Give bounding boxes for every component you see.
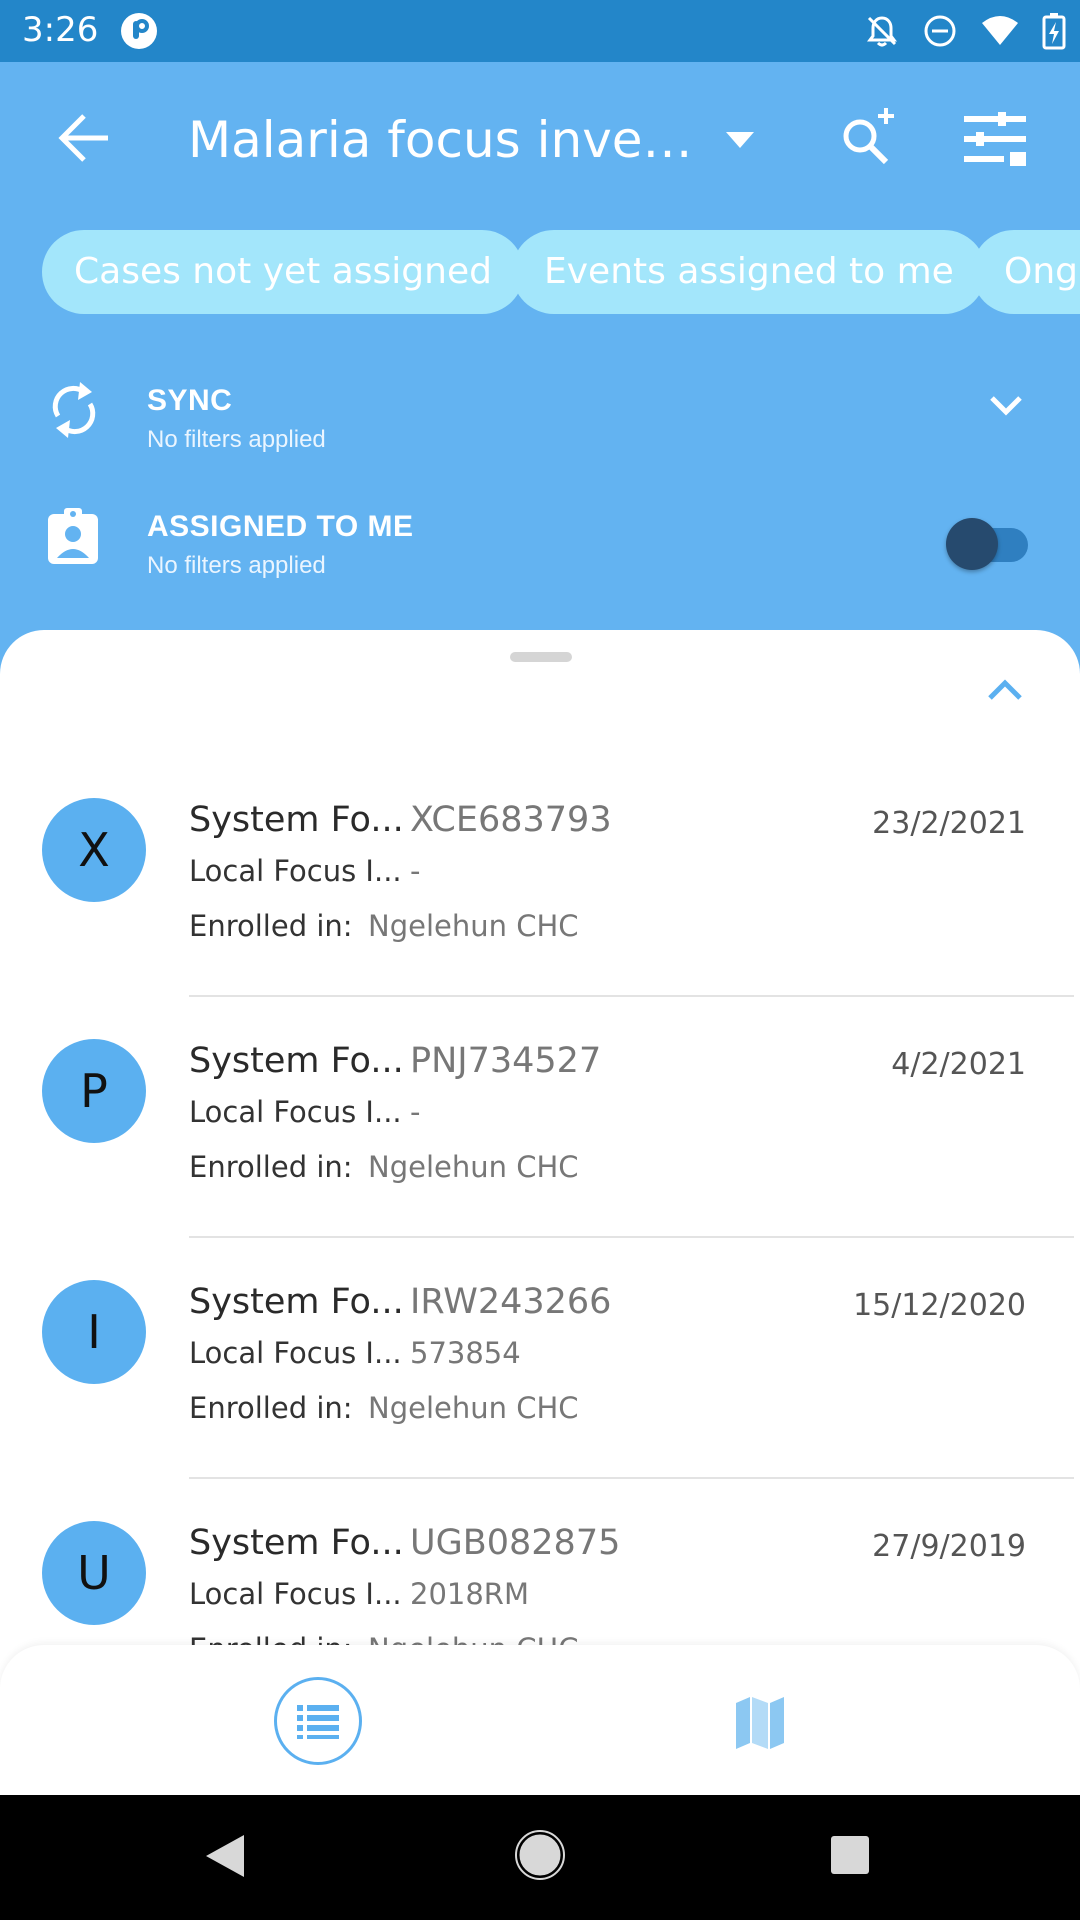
chip-events-assigned[interactable]: Events assigned to me bbox=[512, 230, 986, 314]
do-not-disturb-icon bbox=[924, 15, 956, 47]
chevron-up-icon[interactable] bbox=[982, 670, 1028, 710]
quick-filter-chips: Cases not yet assigned Events assigned t… bbox=[0, 230, 1080, 316]
map-view-icon[interactable] bbox=[736, 1697, 784, 1749]
attribute-value: 2018RM bbox=[410, 1577, 529, 1611]
attribute-line-2: Local Focus I... - bbox=[189, 854, 420, 888]
item-date: 4/2/2021 bbox=[891, 1047, 1026, 1082]
toggle-thumb bbox=[946, 518, 998, 570]
enrollment-line: Enrolled in: Ngelehun CHC bbox=[189, 1391, 579, 1425]
enrolled-label: Enrolled in: bbox=[189, 1391, 353, 1425]
drag-handle[interactable] bbox=[510, 652, 572, 662]
bottom-navigation bbox=[0, 1645, 1080, 1795]
sync-filter-subtitle: No filters applied bbox=[147, 426, 326, 453]
enrollment-line: Enrolled in: Ngelehun CHC bbox=[189, 1150, 579, 1184]
attribute-label: System Fo... bbox=[189, 800, 404, 840]
list-view-icon bbox=[297, 1705, 339, 1739]
system-nav-bar bbox=[0, 1795, 1080, 1920]
wifi-icon bbox=[982, 16, 1018, 45]
chevron-down-icon[interactable] bbox=[986, 390, 1026, 420]
list-item[interactable]: I System Fo... IRW243266 15/12/2020 Local… bbox=[0, 1280, 1080, 1521]
assigned-filter-row[interactable]: ASSIGNED TO ME No filters applied bbox=[0, 496, 1080, 596]
attribute-line-2: Local Focus I... 2018RM bbox=[189, 1577, 529, 1611]
item-date: 23/2/2021 bbox=[872, 806, 1026, 841]
enrolled-value: Ngelehun CHC bbox=[368, 1391, 579, 1425]
attribute-value: PNJ734527 bbox=[410, 1041, 602, 1081]
app-indicator-icon bbox=[121, 13, 157, 49]
attribute-line-1: System Fo... UGB082875 bbox=[189, 1523, 620, 1563]
assignment-ind-icon bbox=[48, 508, 98, 564]
attribute-label: System Fo... bbox=[189, 1523, 404, 1563]
assigned-filter-title: ASSIGNED TO ME bbox=[147, 510, 414, 543]
list-view-button[interactable] bbox=[274, 1677, 362, 1765]
divider bbox=[189, 995, 1074, 997]
enrolled-label: Enrolled in: bbox=[189, 909, 353, 943]
attribute-line-1: System Fo... IRW243266 bbox=[189, 1282, 611, 1322]
chip-ongoing[interactable]: Ongoing bbox=[972, 230, 1080, 314]
enrolled-value: Ngelehun CHC bbox=[368, 1150, 579, 1184]
attribute-value: 573854 bbox=[410, 1336, 521, 1370]
attribute-line-2: Local Focus I... 573854 bbox=[189, 1336, 521, 1370]
dropdown-caret-icon bbox=[726, 132, 754, 148]
avatar: X bbox=[42, 798, 146, 902]
assigned-filter-subtitle: No filters applied bbox=[147, 552, 326, 579]
attribute-line-1: System Fo... PNJ734527 bbox=[189, 1041, 601, 1081]
item-date: 27/9/2019 bbox=[872, 1529, 1026, 1564]
attribute-line-1: System Fo... XCE683793 bbox=[189, 800, 612, 840]
attribute-value: XCE683793 bbox=[410, 800, 612, 840]
attribute-label: Local Focus I... bbox=[189, 1577, 402, 1611]
sync-filter-title: SYNC bbox=[147, 384, 233, 417]
enrolled-label: Enrolled in: bbox=[189, 1150, 353, 1184]
battery-charging-icon bbox=[1042, 13, 1066, 50]
item-date: 15/12/2020 bbox=[853, 1288, 1026, 1323]
assigned-toggle[interactable] bbox=[946, 518, 1030, 570]
attribute-label: Local Focus I... bbox=[189, 1095, 402, 1129]
filter-icon[interactable] bbox=[962, 110, 1028, 170]
results-sheet: X System Fo... XCE683793 23/2/2021 Local … bbox=[0, 630, 1080, 1795]
app-toolbar: Malaria focus investigation bbox=[0, 62, 1080, 210]
list-item[interactable]: P System Fo... PNJ734527 4/2/2021 Local F… bbox=[0, 1039, 1080, 1280]
attribute-value: - bbox=[410, 1095, 421, 1129]
chip-cases-not-assigned[interactable]: Cases not yet assigned bbox=[42, 230, 524, 314]
back-arrow-icon[interactable] bbox=[50, 108, 120, 168]
program-selector[interactable]: Malaria focus investigation bbox=[188, 100, 758, 180]
attribute-label: System Fo... bbox=[189, 1041, 404, 1081]
divider bbox=[189, 1477, 1074, 1479]
status-time: 3:26 bbox=[22, 10, 99, 50]
attribute-value: UGB082875 bbox=[410, 1523, 621, 1563]
attribute-value: - bbox=[410, 854, 421, 888]
avatar: P bbox=[42, 1039, 146, 1143]
search-add-icon[interactable] bbox=[836, 106, 900, 170]
attribute-label: Local Focus I... bbox=[189, 854, 402, 888]
home-circle-icon[interactable] bbox=[514, 1829, 566, 1881]
program-title: Malaria focus investigation bbox=[188, 111, 698, 169]
attribute-label: System Fo... bbox=[189, 1282, 404, 1322]
enrolled-value: Ngelehun CHC bbox=[368, 909, 579, 943]
recents-square-icon[interactable] bbox=[830, 1835, 870, 1875]
sync-filter-row[interactable]: SYNC No filters applied bbox=[0, 370, 1080, 470]
notifications-off-icon bbox=[867, 16, 897, 47]
status-bar: 3:26 bbox=[0, 0, 1080, 62]
divider bbox=[189, 1236, 1074, 1238]
enrollment-line: Enrolled in: Ngelehun CHC bbox=[189, 909, 579, 943]
back-triangle-icon[interactable] bbox=[204, 1833, 246, 1879]
sync-icon bbox=[52, 382, 96, 438]
avatar: I bbox=[42, 1280, 146, 1384]
attribute-line-2: Local Focus I... - bbox=[189, 1095, 420, 1129]
attribute-label: Local Focus I... bbox=[189, 1336, 402, 1370]
list-item[interactable]: X System Fo... XCE683793 23/2/2021 Local … bbox=[0, 798, 1080, 1039]
avatar: U bbox=[42, 1521, 146, 1625]
attribute-value: IRW243266 bbox=[410, 1282, 612, 1322]
